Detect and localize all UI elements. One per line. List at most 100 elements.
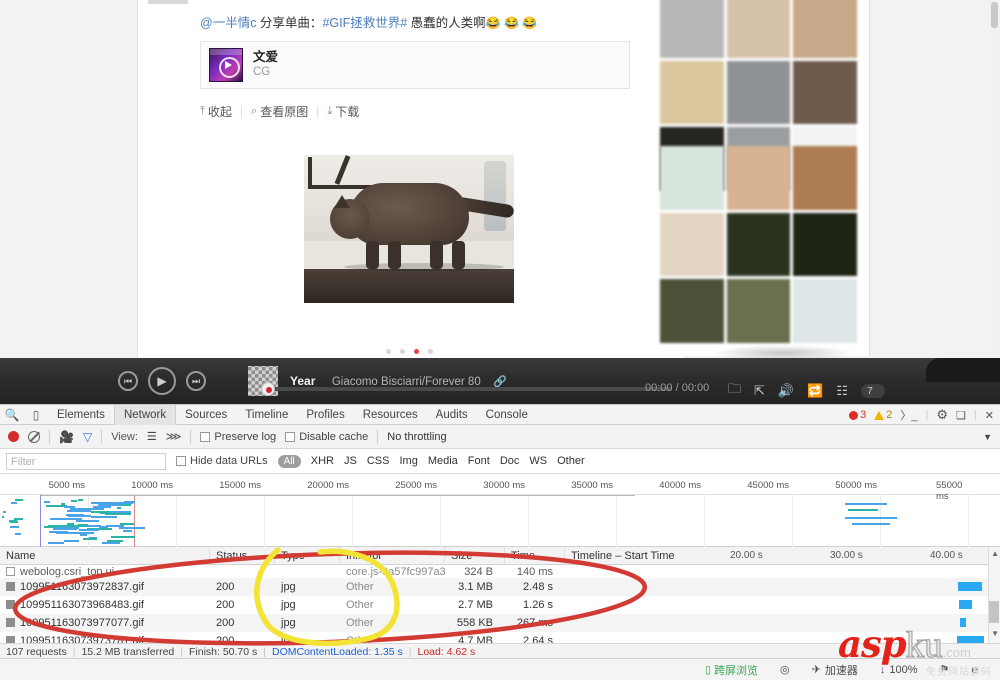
- table-row[interactable]: 109951163073968483.gif200jpgOther2.7 MB1…: [0, 596, 1000, 614]
- overview-bar: [67, 510, 91, 512]
- filter-type-xhr[interactable]: XHR: [311, 455, 334, 467]
- inspect-element-icon[interactable]: 🔍: [0, 408, 24, 422]
- throttling-select[interactable]: No throttling: [387, 431, 446, 443]
- thumbnail-image[interactable]: [727, 213, 791, 277]
- tab-console[interactable]: Console: [477, 405, 537, 425]
- taskbar-item-crossscreen[interactable]: ▯ 跨屏浏览: [705, 662, 758, 678]
- filter-type-ws[interactable]: WS: [529, 455, 547, 467]
- prev-track-button[interactable]: ⏮: [118, 371, 138, 391]
- column-type[interactable]: Type: [275, 547, 340, 565]
- gallery-dot-4[interactable]: [428, 349, 433, 354]
- collapse-action[interactable]: ⤒ 收起: [200, 103, 232, 120]
- tab-timeline[interactable]: Timeline: [236, 405, 297, 425]
- close-icon[interactable]: ✕: [985, 409, 994, 422]
- warning-count-badge[interactable]: 2: [874, 409, 892, 421]
- filter-type-all[interactable]: All: [278, 455, 301, 468]
- column-size[interactable]: Size: [445, 547, 505, 565]
- column-time[interactable]: Time: [505, 547, 565, 565]
- page-scrollbar-track[interactable]: [990, 0, 999, 358]
- thumbnail-image[interactable]: [660, 279, 724, 343]
- thumbnail-image[interactable]: [793, 146, 857, 210]
- playlist-icon[interactable]: ☷: [836, 383, 848, 399]
- thumbnail-image[interactable]: [793, 0, 857, 58]
- chevron-down-icon[interactable]: ▼: [983, 432, 992, 442]
- filter-toggle-icon[interactable]: ▽: [83, 430, 92, 444]
- volume-icon[interactable]: 🔊: [778, 383, 794, 399]
- tab-network[interactable]: Network: [114, 405, 176, 425]
- table-row[interactable]: 109951163073972837.gif200jpgOther3.1 MB2…: [0, 578, 1000, 596]
- column-timeline[interactable]: Timeline – Start Time 20.00 s 30.00 s 40…: [565, 547, 1000, 565]
- play-button[interactable]: ▶: [148, 367, 176, 395]
- player-progress-knob[interactable]: [261, 382, 275, 396]
- thumbnail-image[interactable]: [660, 146, 724, 210]
- hide-data-urls-checkbox[interactable]: Hide data URLs: [176, 455, 268, 467]
- network-overview-graph[interactable]: 5000 ms10000 ms15000 ms20000 ms25000 ms3…: [0, 479, 1000, 547]
- filter-type-media[interactable]: Media: [428, 455, 458, 467]
- thumbnail-image[interactable]: [793, 213, 857, 277]
- waterfall-bar[interactable]: [958, 582, 982, 591]
- thumbnail-image[interactable]: [660, 213, 724, 277]
- clear-button[interactable]: [28, 431, 40, 443]
- dock-icon[interactable]: ❏: [956, 409, 966, 422]
- post-mention[interactable]: @一半情c: [200, 16, 256, 30]
- download-action[interactable]: ⤓ 下载: [327, 103, 359, 120]
- filter-type-img[interactable]: Img: [399, 455, 417, 467]
- view-original-action[interactable]: ⌕ 查看原图: [251, 103, 308, 120]
- music-card[interactable]: 文爱 CG: [200, 41, 630, 89]
- view-list-icon[interactable]: ☰: [147, 430, 157, 443]
- gallery-dot-2[interactable]: [400, 349, 405, 354]
- column-name[interactable]: Name: [0, 547, 210, 565]
- filter-type-doc[interactable]: Doc: [500, 455, 520, 467]
- error-count-badge[interactable]: 3: [849, 409, 866, 421]
- filter-input[interactable]: Filter: [6, 453, 166, 470]
- filter-type-js[interactable]: JS: [344, 455, 357, 467]
- page-scrollbar-thumb[interactable]: [991, 2, 998, 28]
- share-icon[interactable]: ⇱: [754, 383, 765, 399]
- disable-cache-checkbox[interactable]: Disable cache: [285, 431, 368, 443]
- folder-icon[interactable]: 🗀: [728, 380, 741, 402]
- gallery-dot-3[interactable]: [414, 349, 419, 354]
- shield-icon[interactable]: ◎: [780, 663, 790, 676]
- filter-type-css[interactable]: CSS: [367, 455, 390, 467]
- column-status[interactable]: Status: [210, 547, 275, 565]
- thumbnail-image[interactable]: [727, 61, 791, 125]
- filter-type-font[interactable]: Font: [468, 455, 490, 467]
- thumbnail-image[interactable]: [727, 0, 791, 58]
- thumbnail-image[interactable]: [660, 0, 724, 58]
- record-button[interactable]: [8, 431, 19, 442]
- thumbnail-image[interactable]: [793, 61, 857, 125]
- cat-gif-image[interactable]: [304, 155, 514, 303]
- player-progress-track[interactable]: [272, 387, 672, 391]
- screenshot-capture-icon[interactable]: 🎥: [59, 430, 74, 444]
- status-requests: 107 requests: [6, 646, 67, 658]
- gear-icon[interactable]: ⚙: [936, 407, 948, 423]
- network-scrollbar-thumb[interactable]: [989, 601, 999, 623]
- next-track-button[interactable]: ⏭: [186, 371, 206, 391]
- thumbnail-image[interactable]: [727, 279, 791, 343]
- post-text: @一半情c 分享单曲：#GIF拯救世界# 愚蠢的人类啊😂 😂 😂: [200, 14, 630, 33]
- thumbnail-image[interactable]: [660, 61, 724, 125]
- tab-audits[interactable]: Audits: [427, 405, 477, 425]
- gallery-dot-1[interactable]: [386, 349, 391, 354]
- tab-sources[interactable]: Sources: [176, 405, 236, 425]
- post-topic[interactable]: #GIF拯救世界#: [322, 16, 407, 30]
- waterfall-bar[interactable]: [959, 600, 972, 609]
- tab-profiles[interactable]: Profiles: [297, 405, 353, 425]
- preserve-log-checkbox[interactable]: Preserve log: [200, 431, 276, 443]
- tab-resources[interactable]: Resources: [354, 405, 427, 425]
- console-drawer-icon[interactable]: 〉_: [900, 407, 917, 423]
- thumbnail-image[interactable]: [727, 146, 791, 210]
- scroll-up-arrow-icon[interactable]: ▲: [991, 549, 999, 558]
- thumbnail-image[interactable]: [793, 279, 857, 343]
- column-initiator[interactable]: Initiator: [340, 547, 445, 565]
- file-type-icon: [6, 567, 15, 576]
- repeat-icon[interactable]: 🔁: [807, 383, 823, 399]
- table-row[interactable]: webolog.csri_top.uicore.js-0a57fc997a3..…: [0, 565, 1000, 578]
- thumbnail-grid-bottom[interactable]: [660, 146, 857, 343]
- view-waterfall-icon[interactable]: ⋙: [166, 430, 182, 443]
- device-toolbar-icon[interactable]: ▯: [24, 408, 48, 422]
- filter-type-other[interactable]: Other: [557, 455, 585, 467]
- gallery-dots[interactable]: [386, 349, 433, 354]
- tab-elements[interactable]: Elements: [48, 405, 114, 425]
- player-time: 00:00 / 00:00: [645, 382, 709, 394]
